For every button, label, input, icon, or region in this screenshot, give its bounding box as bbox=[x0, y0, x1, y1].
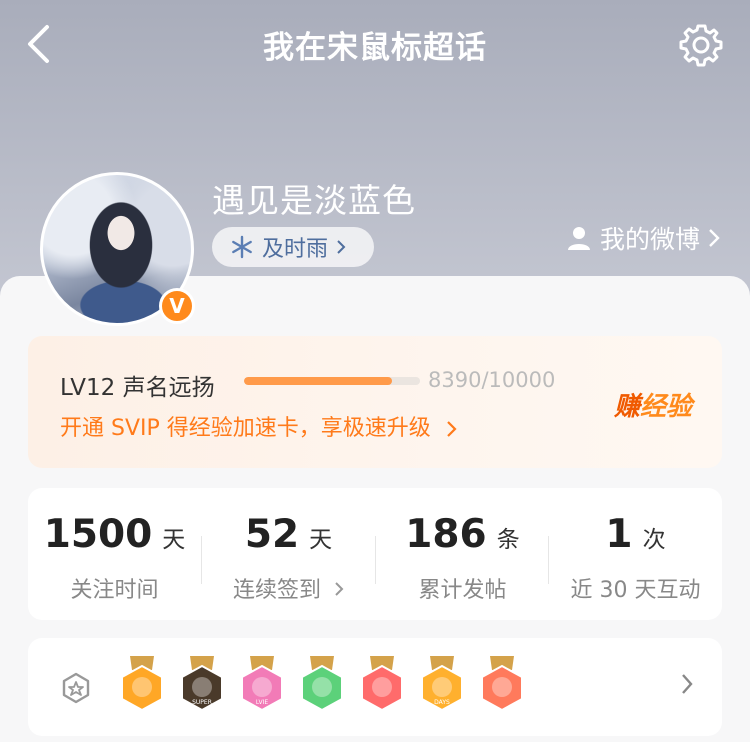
crown-badge-icon[interactable] bbox=[118, 656, 166, 716]
stat-label: 近 30 天互动 bbox=[570, 578, 701, 603]
content-panel: LV12 声名远扬 8390/10000 开通 SVIP 得经验加速卡，享极速升… bbox=[0, 276, 750, 742]
badge-more-button[interactable] bbox=[680, 672, 694, 700]
stat-unit: 天 bbox=[309, 527, 333, 553]
settings-button[interactable] bbox=[676, 20, 726, 70]
level-title: LV12 声名远扬 bbox=[60, 375, 215, 401]
earn-exp-label-2: 经验 bbox=[639, 392, 692, 422]
medal-icon bbox=[60, 670, 92, 710]
header: 我在宋鼠标超话 bbox=[0, 0, 750, 90]
stat-label: 关注时间 bbox=[70, 578, 159, 603]
chevron-right-icon bbox=[682, 674, 693, 694]
stat-unit: 次 bbox=[642, 527, 666, 553]
my-weibo-label: 我的微博 bbox=[599, 225, 700, 254]
verified-v-badge: V bbox=[159, 288, 195, 324]
chevron-right-icon bbox=[709, 229, 720, 247]
chevron-right-icon bbox=[335, 582, 344, 596]
hand-badge-icon[interactable] bbox=[298, 656, 346, 716]
chevron-right-icon bbox=[337, 240, 346, 254]
level-progress-bar bbox=[244, 377, 420, 385]
chevron-right-icon bbox=[446, 421, 457, 437]
love-badge-icon[interactable]: LVIE bbox=[238, 656, 286, 716]
snowflake-icon bbox=[232, 235, 252, 259]
stat-label-with-chevron: 连续签到 bbox=[202, 572, 375, 604]
gear-icon bbox=[679, 24, 723, 67]
svg-text:LVIE: LVIE bbox=[256, 699, 269, 706]
user-icon bbox=[567, 227, 590, 250]
level-progress-text: 8390/10000 bbox=[428, 368, 556, 392]
stat-value: 186 bbox=[405, 512, 487, 557]
avatar[interactable]: V bbox=[40, 172, 196, 328]
level-card[interactable]: LV12 声名远扬 8390/10000 开通 SVIP 得经验加速卡，享极速升… bbox=[28, 336, 722, 468]
user-tag-label: 及时雨 bbox=[262, 237, 329, 262]
super-crown-badge-icon[interactable]: SUPER bbox=[178, 656, 226, 716]
my-weibo-link[interactable]: 我的微博 bbox=[566, 222, 720, 254]
verified-letter: V bbox=[169, 294, 185, 318]
level-progress-fill bbox=[244, 377, 392, 385]
earn-exp-label-1: 赚 bbox=[613, 392, 640, 422]
badge-wall[interactable]: SUPER LVIE DAYS bbox=[28, 638, 722, 736]
stat-label: 累计发帖 bbox=[418, 578, 507, 603]
stat-label: 连续签到 bbox=[232, 578, 321, 603]
stats-card: 1500 天 关注时间 52 天 连续签到 186 条 累计发帖 1次 近 30 天互… bbox=[28, 488, 722, 620]
trophy-badge-icon[interactable] bbox=[358, 656, 406, 716]
earn-exp-button[interactable]: 赚经验 bbox=[614, 386, 692, 423]
stat-unit: 条 bbox=[496, 527, 520, 553]
stat-value: 52 bbox=[244, 512, 300, 557]
svg-text:SUPER: SUPER bbox=[192, 699, 212, 706]
stat-checkin[interactable]: 52 天 连续签到 bbox=[202, 488, 375, 620]
stat-posts: 186 条 累计发帖 bbox=[376, 488, 549, 620]
30-days-badge-icon[interactable]: DAYS bbox=[418, 656, 466, 716]
username: 遇见是淡蓝色 bbox=[212, 181, 416, 220]
user-tag[interactable]: 及时雨 bbox=[212, 227, 374, 267]
rock-hand-badge-icon[interactable] bbox=[478, 656, 526, 716]
svip-promo-link[interactable]: 开通 SVIP 得经验加速卡，享极速升级 bbox=[60, 410, 458, 442]
svg-text:DAYS: DAYS bbox=[434, 699, 450, 706]
stat-value: 1500 bbox=[43, 512, 153, 557]
stat-value: 1 bbox=[605, 512, 633, 557]
stat-follow-time: 1500 天 关注时间 bbox=[28, 488, 201, 620]
stat-interaction: 1次 近 30 天互动 bbox=[549, 488, 722, 620]
page-title: 我在宋鼠标超话 bbox=[263, 30, 487, 66]
svip-promo-label: 开通 SVIP 得经验加速卡，享极速升级 bbox=[60, 416, 431, 441]
stat-unit: 天 bbox=[162, 527, 186, 553]
